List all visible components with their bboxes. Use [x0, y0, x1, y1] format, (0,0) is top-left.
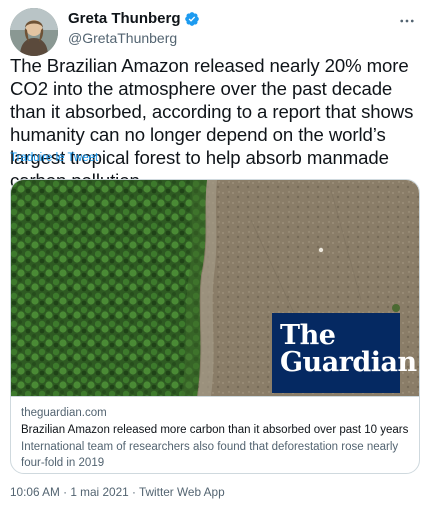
- card-description: International team of researchers also f…: [21, 441, 399, 469]
- tweet-timestamp[interactable]: 10:06 AM · 1 mai 2021 · Twitter Web App: [10, 485, 225, 499]
- tweet-text: The Brazilian Amazon released nearly 20%…: [10, 55, 414, 191]
- card-domain: theguardian.com: [21, 407, 107, 419]
- translate-tweet-link[interactable]: Traduire le Tweet: [10, 152, 98, 164]
- tweet: Greta Thunberg @GretaThunberg The Brazil…: [0, 0, 430, 506]
- card-image[interactable]: The Guardian: [11, 180, 419, 396]
- link-preview-card[interactable]: The Guardian theguardian.com Brazilian Am…: [10, 179, 420, 474]
- display-name[interactable]: Greta Thunberg: [68, 10, 181, 27]
- author-handle[interactable]: @GretaThunberg: [68, 30, 177, 46]
- verified-badge-icon: [184, 11, 200, 27]
- avatar[interactable]: [10, 8, 58, 56]
- card-body[interactable]: theguardian.com Brazilian Amazon release…: [11, 396, 419, 473]
- more-options-icon[interactable]: [396, 10, 418, 32]
- card-title: Brazilian Amazon released more carbon th…: [21, 424, 409, 436]
- author-name-row[interactable]: Greta Thunberg: [68, 10, 200, 27]
- guardian-logo: The Guardian: [272, 313, 417, 393]
